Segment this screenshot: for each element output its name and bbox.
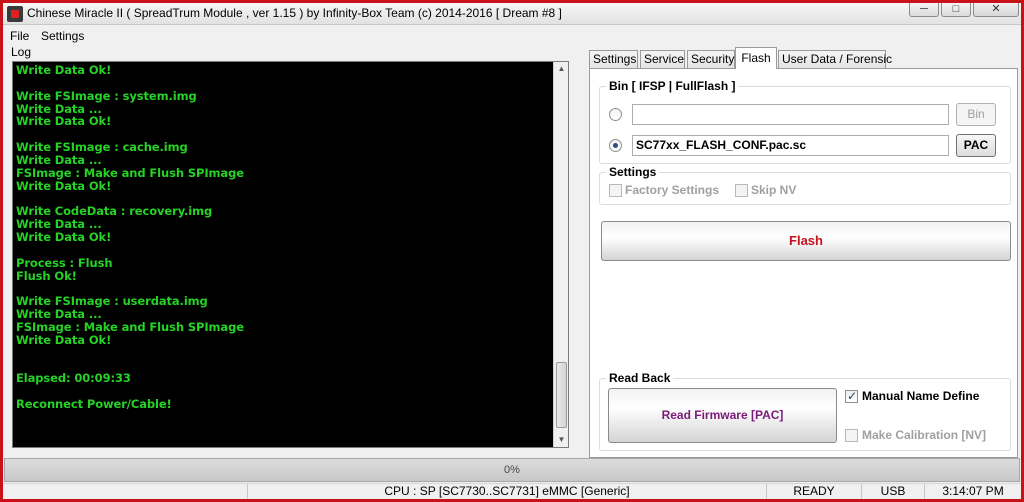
status-bar: CPU : SP [SC7730..SC7731] eMMC [Generic]… xyxy=(3,483,1021,499)
tab-flash[interactable]: Flash xyxy=(735,47,777,69)
window-controls: ─ □ ✕ xyxy=(907,3,1019,19)
log-line: Write Data Ok! xyxy=(16,332,112,347)
pac-path-input[interactable]: SC77xx_FLASH_CONF.pac.sc xyxy=(632,135,949,156)
tab-security[interactable]: Security xyxy=(687,50,735,68)
bin-path-input[interactable] xyxy=(632,104,949,125)
log-line: Write Data Ok! xyxy=(16,178,112,193)
log-line: Write Data ... xyxy=(16,307,102,322)
scroll-thumb[interactable] xyxy=(556,362,567,428)
scroll-down-arrow-icon[interactable]: ▼ xyxy=(554,433,568,447)
status-connection: USB xyxy=(861,484,924,499)
close-button[interactable]: ✕ xyxy=(973,3,1019,17)
log-lines: Write Data Ok! Write FSImage : system.img… xyxy=(16,64,551,411)
menu-file[interactable]: File xyxy=(10,29,29,43)
flash-button[interactable]: Flash xyxy=(601,221,1011,261)
menu-settings[interactable]: Settings xyxy=(41,29,84,43)
menu-bar: File Settings xyxy=(3,26,1021,46)
log-label: Log xyxy=(11,45,32,59)
log-line: Process : Flush xyxy=(16,255,113,270)
app-icon xyxy=(7,6,23,22)
maximize-icon: □ xyxy=(952,3,960,15)
tab-user-data-forensic[interactable]: User Data / Forensic xyxy=(778,50,892,68)
status-cell-empty xyxy=(3,484,247,499)
log-line: Write Data ... xyxy=(16,152,102,167)
status-cpu: CPU : SP [SC7730..SC7731] eMMC [Generic] xyxy=(247,484,766,499)
make-calibration-checkbox[interactable] xyxy=(845,429,858,442)
readback-group: Read Back Read Firmware [PAC] Manual Nam… xyxy=(599,371,1011,451)
log-line: FSImage : Make and Flush SPImage xyxy=(16,165,244,180)
bin-group: Bin [ IFSP | FullFlash ] Bin SC77xx_FLAS… xyxy=(599,79,1011,164)
minimize-button[interactable]: ─ xyxy=(909,3,939,17)
bin-radio[interactable] xyxy=(609,108,622,121)
minimize-icon: ─ xyxy=(920,3,928,15)
manual-name-label: Manual Name Define xyxy=(862,389,980,403)
pac-button[interactable]: PAC xyxy=(956,134,996,157)
bin-button[interactable]: Bin xyxy=(956,103,996,126)
log-line: Write Data Ok! xyxy=(16,63,112,77)
log-line: Write Data Ok! xyxy=(16,229,112,244)
log-line: FSImage : Make and Flush SPImage xyxy=(16,319,244,334)
pac-radio[interactable] xyxy=(609,139,622,152)
log-panel[interactable]: Write Data Ok! Write FSImage : system.img… xyxy=(12,61,569,448)
window-title: Chinese Miracle II ( SpreadTrum Module ,… xyxy=(27,6,562,20)
skip-nv-checkbox[interactable] xyxy=(735,184,748,197)
flash-settings-group: Settings Factory Settings Skip NV xyxy=(599,165,1011,205)
status-time: 3:14:07 PM xyxy=(924,484,1021,499)
scroll-up-arrow-icon[interactable]: ▲ xyxy=(554,62,568,76)
tab-settings[interactable]: Settings xyxy=(589,50,638,68)
make-calibration-label: Make Calibration [NV] xyxy=(862,428,987,442)
readback-title: Read Back xyxy=(606,371,674,385)
log-scrollbar[interactable]: ▲ ▼ xyxy=(553,62,568,447)
status-state: READY xyxy=(766,484,861,499)
manual-name-checkbox[interactable] xyxy=(845,389,858,403)
bin-group-title: Bin [ IFSP | FullFlash ] xyxy=(606,79,739,93)
main-window: Chinese Miracle II ( SpreadTrum Module ,… xyxy=(3,3,1021,499)
flash-settings-title: Settings xyxy=(606,165,660,179)
skip-nv-label: Skip NV xyxy=(751,183,797,197)
progress-bar: 0% xyxy=(4,458,1020,482)
title-bar: Chinese Miracle II ( SpreadTrum Module ,… xyxy=(3,3,1021,25)
maximize-button[interactable]: □ xyxy=(941,3,971,17)
tab-service[interactable]: Service xyxy=(640,50,685,68)
flash-tab-panel: Bin [ IFSP | FullFlash ] Bin SC77xx_FLAS… xyxy=(589,68,1018,458)
close-icon: ✕ xyxy=(991,3,1001,15)
log-line: Elapsed: 00:09:33 xyxy=(16,371,131,386)
log-line: Write Data Ok! xyxy=(16,114,112,129)
factory-settings-checkbox[interactable] xyxy=(609,184,622,197)
log-line: Reconnect Power/Cable! xyxy=(16,396,172,411)
log-line: Write FSImage : system.img xyxy=(16,88,197,103)
factory-settings-label: Factory Settings xyxy=(625,183,720,197)
log-line: Flush Ok! xyxy=(16,268,77,283)
log-line: Write FSImage : cache.img xyxy=(16,140,188,155)
read-firmware-button[interactable]: Read Firmware [PAC] xyxy=(608,388,837,443)
